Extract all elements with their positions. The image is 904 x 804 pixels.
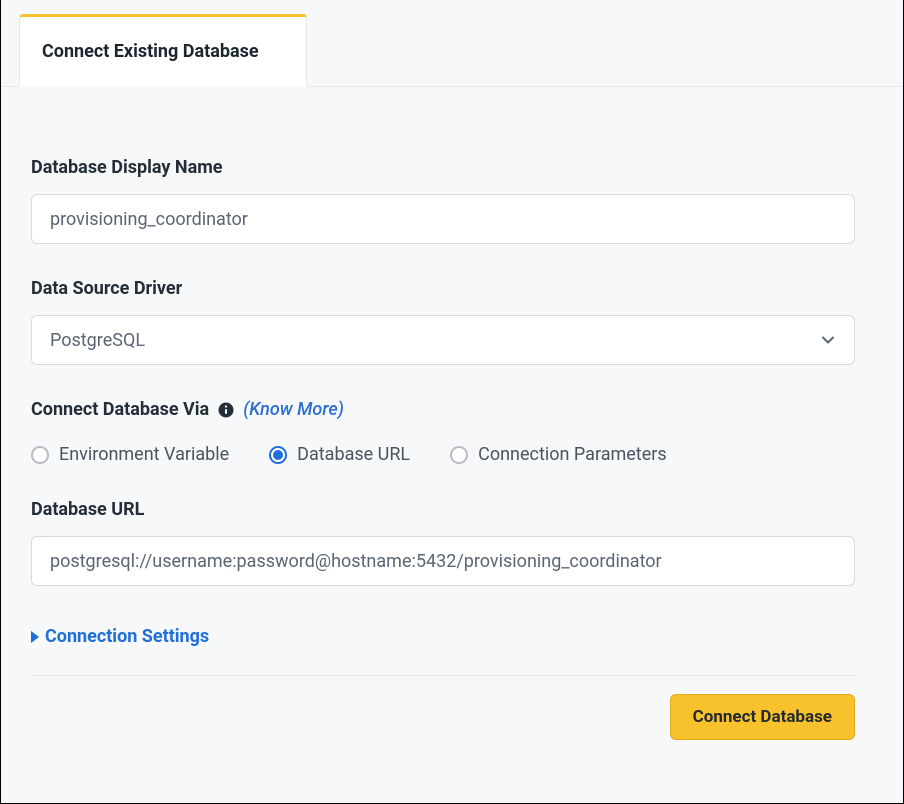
tab-label: Connect Existing Database (42, 41, 259, 62)
radio-environment-variable[interactable]: Environment Variable (31, 444, 229, 465)
display-name-label: Database Display Name (31, 157, 873, 178)
tab-connect-existing-database[interactable]: Connect Existing Database (19, 14, 307, 87)
driver-select-value: PostgreSQL (50, 330, 145, 351)
radio-label: Environment Variable (59, 444, 229, 465)
form-content: Database Display Name Data Source Driver… (1, 87, 903, 740)
info-icon[interactable] (217, 401, 235, 419)
caret-right-icon (31, 631, 39, 643)
driver-select[interactable]: PostgreSQL (31, 315, 855, 365)
connect-db-panel: Connect Existing Database Database Displ… (0, 0, 904, 804)
connect-via-label-text: Connect Database Via (31, 399, 209, 420)
connect-via-radio-group: Environment Variable Database URL Connec… (31, 444, 873, 465)
radio-dot-icon (31, 446, 49, 464)
database-url-input[interactable] (31, 536, 855, 586)
driver-label: Data Source Driver (31, 278, 873, 299)
radio-label: Database URL (297, 444, 410, 465)
know-more-link[interactable]: (Know More) (243, 399, 344, 420)
radio-connection-parameters[interactable]: Connection Parameters (450, 444, 667, 465)
radio-database-url[interactable]: Database URL (269, 444, 410, 465)
tabs-row: Connect Existing Database (1, 0, 903, 87)
collapse-label: Connection Settings (45, 626, 209, 647)
radio-label: Connection Parameters (478, 444, 667, 465)
display-name-input[interactable] (31, 194, 855, 244)
radio-dot-icon (450, 446, 468, 464)
connection-settings-toggle[interactable]: Connection Settings (31, 626, 873, 647)
connect-database-button[interactable]: Connect Database (670, 694, 855, 740)
radio-dot-icon (269, 446, 287, 464)
connect-via-label: Connect Database Via (Know More) (31, 399, 873, 420)
database-url-label: Database URL (31, 499, 873, 520)
form-footer: Connect Database (31, 675, 855, 740)
chevron-down-icon (820, 332, 836, 348)
